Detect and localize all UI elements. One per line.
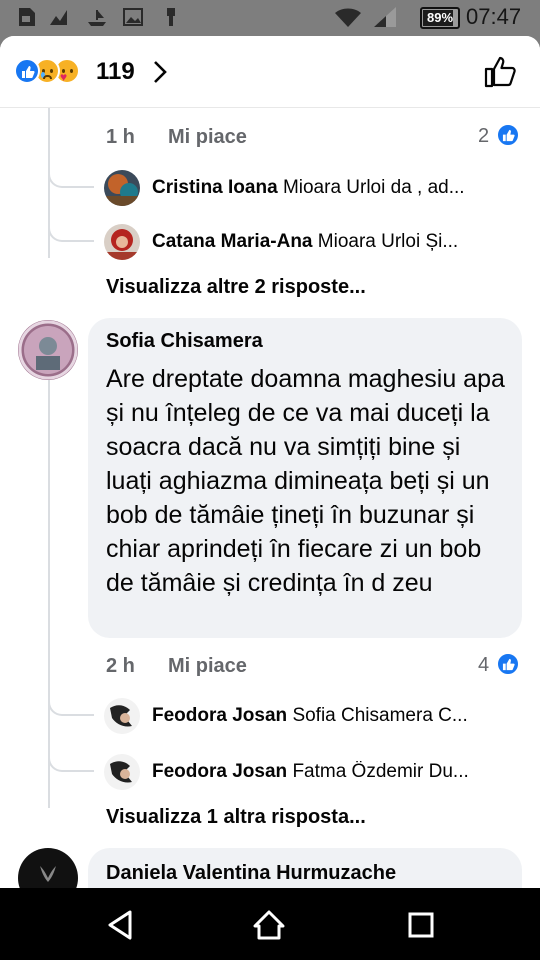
sim-icon — [19, 8, 35, 26]
view-more-replies-link[interactable]: Visualizza altre 2 risposte... — [106, 276, 366, 299]
comment-author[interactable]: Sofia Chisamera — [106, 330, 263, 353]
reaction-count[interactable]: 119 — [96, 58, 135, 86]
reply-text: Cristina Ioana Mioara Urloi da , ad... — [152, 177, 522, 199]
status-bar: 89% 07:47 — [0, 0, 540, 36]
comment-author[interactable]: Daniela Valentina Hurmuzache — [106, 862, 396, 885]
reply-item[interactable]: Cristina Ioana Mioara Urloi da , ad... — [104, 170, 524, 210]
home-icon[interactable] — [252, 908, 286, 942]
like-count: 4 — [478, 654, 490, 676]
avatar[interactable] — [18, 320, 78, 380]
reply-text: Feodora Josan Fatma Özdemir Du... — [152, 761, 522, 783]
view-more-replies-link[interactable]: Visualizza 1 altra risposta... — [106, 806, 366, 829]
reply-author[interactable]: Cristina Ioana — [152, 177, 278, 198]
reply-body: Sofia Chisamera C... — [292, 705, 468, 726]
image-icon — [123, 8, 143, 26]
avatar[interactable] — [18, 848, 78, 888]
reply-author[interactable]: Catana Maria-Ana — [152, 231, 313, 252]
signal-icon — [374, 7, 396, 27]
reply-text: Feodora Josan Sofia Chisamera C... — [152, 705, 522, 727]
reply-branch — [48, 750, 94, 772]
comments-sheet: ♥ 119 1 h Mi piace 2 Cristina Ioana Mioa… — [0, 36, 540, 888]
reply-text: Catana Maria-Ana Mioara Urloi Și... — [152, 231, 522, 253]
reply-item[interactable]: Catana Maria-Ana Mioara Urloi Și... — [104, 224, 524, 264]
reply-body: Mioara Urloi Și... — [317, 231, 459, 252]
avatar[interactable] — [104, 754, 140, 790]
thread-line — [48, 328, 50, 808]
like-count-icon — [496, 123, 520, 147]
comment-time: 2 h — [106, 655, 135, 677]
comment-bubble[interactable]: Sofia Chisamera Are dreptate doamna magh… — [88, 318, 522, 638]
comment-thread: 1 h Mi piace 2 Cristina Ioana Mioara Url… — [0, 108, 540, 888]
avatar[interactable] — [104, 698, 140, 734]
chart-icon — [50, 10, 67, 25]
like-link[interactable]: Mi piace — [168, 126, 247, 149]
system-navigation-bar — [0, 888, 540, 960]
avatar[interactable] — [104, 170, 140, 206]
like-count: 2 — [478, 125, 490, 147]
ship-icon — [88, 10, 106, 26]
wifi-icon — [335, 8, 361, 27]
like-reaction-icon — [14, 58, 40, 84]
reply-author[interactable]: Feodora Josan — [152, 705, 287, 726]
recent-apps-icon[interactable] — [404, 908, 438, 942]
like-count-icon — [496, 652, 520, 676]
comment-bubble[interactable]: Daniela Valentina Hurmuzache — [88, 848, 522, 888]
reply-item[interactable]: Feodora Josan Fatma Özdemir Du... — [104, 754, 524, 794]
reply-branch — [48, 220, 94, 242]
like-link[interactable]: Mi piace — [168, 655, 247, 678]
clock: 07:47 — [466, 4, 522, 29]
reply-body: Mioara Urloi da , ad... — [282, 177, 465, 198]
reactions-header: ♥ 119 — [0, 36, 540, 108]
chevron-right-icon[interactable] — [150, 56, 170, 88]
reply-branch — [48, 166, 94, 188]
reply-item[interactable]: Feodora Josan Sofia Chisamera C... — [104, 698, 524, 738]
reply-author[interactable]: Feodora Josan — [152, 761, 287, 782]
reply-branch — [48, 694, 94, 716]
avatar[interactable] — [104, 224, 140, 260]
comment-text: Are dreptate doamna maghesiu apa și nu î… — [106, 365, 505, 597]
comment-time: 1 h — [106, 126, 135, 148]
reply-body: Fatma Özdemir Du... — [292, 761, 469, 782]
back-icon[interactable] — [104, 908, 138, 942]
battery-icon: 89% — [420, 7, 460, 29]
usb-icon — [167, 8, 175, 26]
like-button-icon[interactable] — [482, 54, 518, 90]
battery-percent: 89% — [426, 10, 454, 25]
